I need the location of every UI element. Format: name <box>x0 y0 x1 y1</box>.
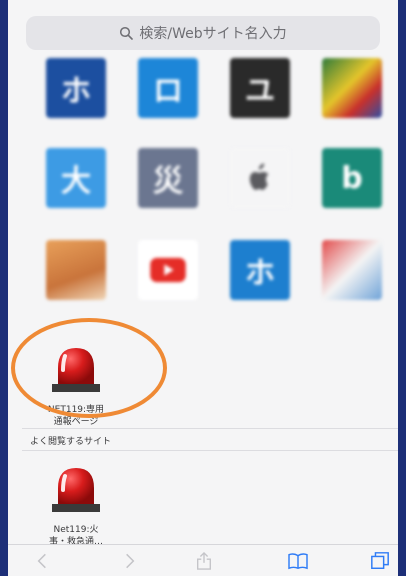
favorite-caption <box>314 214 390 236</box>
bookmarks-button[interactable] <box>286 551 310 571</box>
favorite-caption <box>222 306 298 328</box>
favorite-item[interactable]: 災 <box>130 148 206 236</box>
tabs-icon <box>371 552 389 569</box>
search-placeholder: 検索/Webサイト名入力 <box>139 26 287 42</box>
apple-icon <box>230 148 290 208</box>
favorite-tile: 災 <box>138 148 198 208</box>
favorite-item[interactable]: ユ <box>222 58 298 146</box>
frequent-caption: Net119:火 事・救急通… <box>48 525 103 546</box>
favorite-item[interactable]: ホ <box>222 240 298 328</box>
favorite-caption <box>38 124 114 146</box>
forward-button[interactable] <box>118 551 142 571</box>
safari-toolbar <box>8 544 398 576</box>
favorite-tile: ホ <box>46 58 106 118</box>
favorite-caption <box>222 214 298 236</box>
chevron-left-icon <box>37 553 46 569</box>
favorite-tile <box>46 240 106 300</box>
favorite-tile: 大 <box>46 148 106 208</box>
favorite-caption <box>314 306 390 328</box>
favorite-item[interactable]: b <box>314 148 390 236</box>
youtube-icon <box>138 240 198 300</box>
tabs-button[interactable] <box>368 551 392 571</box>
favorite-item[interactable] <box>130 240 206 328</box>
search-bar[interactable]: 検索/Webサイト名入力 <box>26 16 380 50</box>
favorite-caption <box>222 124 298 146</box>
favorite-item[interactable]: 大 <box>38 148 114 236</box>
favorite-caption <box>314 124 390 146</box>
favorite-caption <box>130 124 206 146</box>
favorite-item[interactable] <box>314 240 390 328</box>
favorite-caption <box>38 214 114 236</box>
safari-screen: 検索/Webサイト名入力 ホ ロ ユ 大 災 b ホ NET119:専用 通報ペ… <box>8 0 398 576</box>
favorite-item[interactable]: ロ <box>130 58 206 146</box>
highlight-circle <box>11 318 167 418</box>
favorite-item[interactable] <box>314 58 390 146</box>
share-icon <box>197 551 211 570</box>
section-title: よく閲覧するサイト <box>30 437 112 447</box>
favorite-tile <box>322 240 382 300</box>
favorite-tile: ホ <box>230 240 290 300</box>
back-button[interactable] <box>30 551 54 571</box>
book-icon <box>288 553 308 570</box>
favorite-item[interactable] <box>38 240 114 328</box>
favorite-tile: ロ <box>138 58 198 118</box>
favorite-tile: ユ <box>230 58 290 118</box>
frequent-item-net119[interactable]: Net119:火 事・救急通… <box>38 458 114 546</box>
favorite-caption <box>130 306 206 328</box>
siren-icon <box>46 458 106 518</box>
share-button[interactable] <box>192 551 216 571</box>
section-divider <box>22 450 398 451</box>
favorite-tile <box>322 58 382 118</box>
favorite-item[interactable] <box>222 148 298 236</box>
chevron-right-icon <box>126 553 135 569</box>
section-divider <box>22 428 398 429</box>
bing-icon: b <box>322 148 382 208</box>
search-icon <box>120 26 134 40</box>
favorite-item[interactable]: ホ <box>38 58 114 146</box>
favorite-caption <box>130 214 206 236</box>
